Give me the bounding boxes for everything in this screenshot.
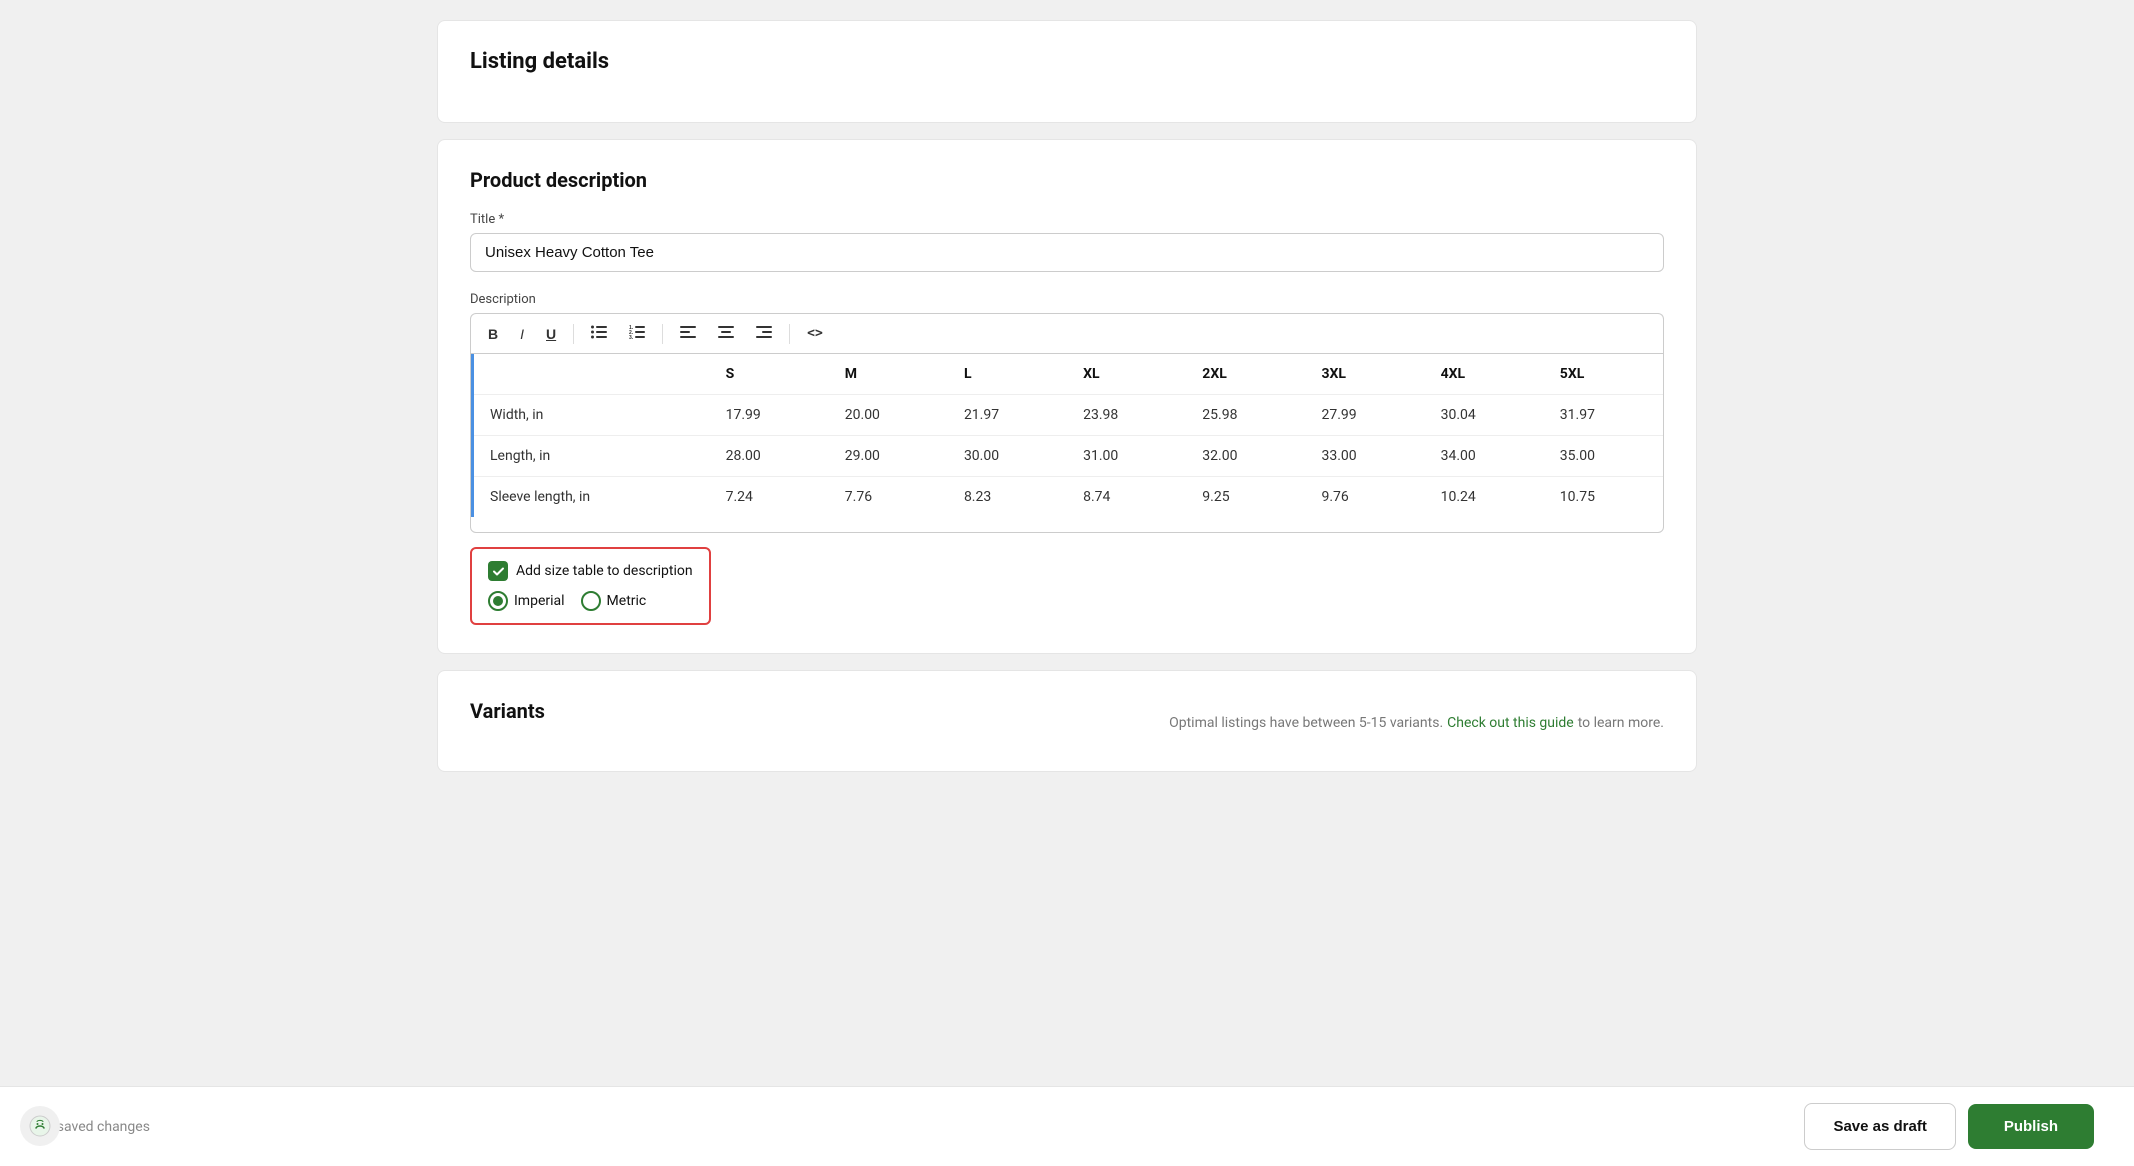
align-right-button[interactable] [747, 320, 781, 347]
description-label: Description [470, 292, 1664, 307]
variants-hint-suffix: to learn more. [1578, 715, 1664, 731]
variants-guide-link[interactable]: Check out this guide [1447, 715, 1574, 731]
listing-details-title: Listing details [470, 49, 1664, 74]
row-sleeve-5xl: 10.75 [1544, 477, 1663, 518]
row-width-4xl: 30.04 [1425, 395, 1544, 436]
bullet-list-button[interactable] [582, 320, 616, 347]
size-table-header-empty [473, 354, 710, 395]
row-width-2xl: 25.98 [1186, 395, 1305, 436]
underline-button[interactable]: U [537, 321, 565, 347]
metric-radio[interactable] [581, 591, 601, 611]
size-table-header-2xl: 2XL [1186, 354, 1305, 395]
imperial-radio[interactable] [488, 591, 508, 611]
footer-bar: Unsaved changes Save as draft Publish [0, 1086, 2134, 1166]
table-row: Width, in 17.99 20.00 21.97 23.98 25.98 … [473, 395, 1664, 436]
size-table-header-s: S [710, 354, 829, 395]
size-table-header-l: L [948, 354, 1067, 395]
title-input[interactable] [470, 233, 1664, 272]
row-length-2xl: 32.00 [1186, 436, 1305, 477]
size-table-header-5xl: 5XL [1544, 354, 1663, 395]
row-sleeve-4xl: 10.24 [1425, 477, 1544, 518]
italic-button[interactable]: I [511, 321, 533, 347]
row-width-xl: 23.98 [1067, 395, 1186, 436]
toolbar-divider-3 [789, 324, 790, 344]
size-table: S M L XL 2XL 3XL 4XL 5XL Width, in [471, 354, 1663, 517]
toolbar-divider-2 [662, 324, 663, 344]
imperial-radio-option[interactable]: Imperial [488, 591, 565, 611]
table-row: Length, in 28.00 29.00 30.00 31.00 32.00… [473, 436, 1664, 477]
variants-hint-text: Optimal listings have between 5-15 varia… [1169, 715, 1443, 731]
row-sleeve-3xl: 9.76 [1305, 477, 1424, 518]
row-length-xl: 31.00 [1067, 436, 1186, 477]
size-table-header-m: M [829, 354, 948, 395]
align-center-button[interactable] [709, 320, 743, 347]
metric-label: Metric [607, 593, 647, 609]
add-size-table-checkbox[interactable] [488, 561, 508, 581]
size-table-header-xl: XL [1067, 354, 1186, 395]
row-length-4xl: 34.00 [1425, 436, 1544, 477]
variants-hint-area: Optimal listings have between 5-15 varia… [1169, 712, 1664, 731]
row-sleeve-xl: 8.74 [1067, 477, 1186, 518]
row-sleeve-2xl: 9.25 [1186, 477, 1305, 518]
row-label-sleeve: Sleeve length, in [473, 477, 710, 518]
unit-radio-group: Imperial Metric [488, 591, 693, 611]
row-label-width: Width, in [473, 395, 710, 436]
variants-title: Variants [470, 699, 545, 723]
table-row: Sleeve length, in 7.24 7.76 8.23 8.74 9.… [473, 477, 1664, 518]
row-label-length: Length, in [473, 436, 710, 477]
align-left-button[interactable] [671, 320, 705, 347]
ordered-list-button[interactable]: 1. 2. 3. [620, 320, 654, 347]
imperial-label: Imperial [514, 593, 565, 609]
size-table-options: Add size table to description Imperial M… [470, 547, 711, 625]
row-sleeve-l: 8.23 [948, 477, 1067, 518]
metric-radio-option[interactable]: Metric [581, 591, 647, 611]
row-length-3xl: 33.00 [1305, 436, 1424, 477]
product-description-title: Product description [470, 168, 1664, 192]
add-size-table-label: Add size table to description [516, 563, 693, 579]
row-width-l: 21.97 [948, 395, 1067, 436]
row-width-m: 20.00 [829, 395, 948, 436]
row-length-l: 30.00 [948, 436, 1067, 477]
row-length-5xl: 35.00 [1544, 436, 1663, 477]
avatar-button[interactable] [20, 1106, 60, 1146]
size-table-header-3xl: 3XL [1305, 354, 1424, 395]
description-toolbar: B I U 1. 2. [470, 313, 1664, 353]
save-draft-button[interactable]: Save as draft [1804, 1103, 1955, 1150]
title-label: Title * [470, 212, 1664, 227]
description-editor[interactable]: S M L XL 2XL 3XL 4XL 5XL Width, in [470, 353, 1664, 533]
size-table-header-4xl: 4XL [1425, 354, 1544, 395]
row-width-5xl: 31.97 [1544, 395, 1663, 436]
row-sleeve-m: 7.76 [829, 477, 948, 518]
bold-button[interactable]: B [479, 321, 507, 347]
row-length-s: 28.00 [710, 436, 829, 477]
code-button[interactable]: <> [798, 321, 832, 346]
row-length-m: 29.00 [829, 436, 948, 477]
row-sleeve-s: 7.24 [710, 477, 829, 518]
toolbar-divider-1 [573, 324, 574, 344]
svg-text:3.: 3. [629, 335, 634, 339]
variants-card: Variants Optimal listings have between 5… [437, 670, 1697, 772]
row-width-s: 17.99 [710, 395, 829, 436]
publish-button[interactable]: Publish [1968, 1104, 2094, 1149]
row-width-3xl: 27.99 [1305, 395, 1424, 436]
